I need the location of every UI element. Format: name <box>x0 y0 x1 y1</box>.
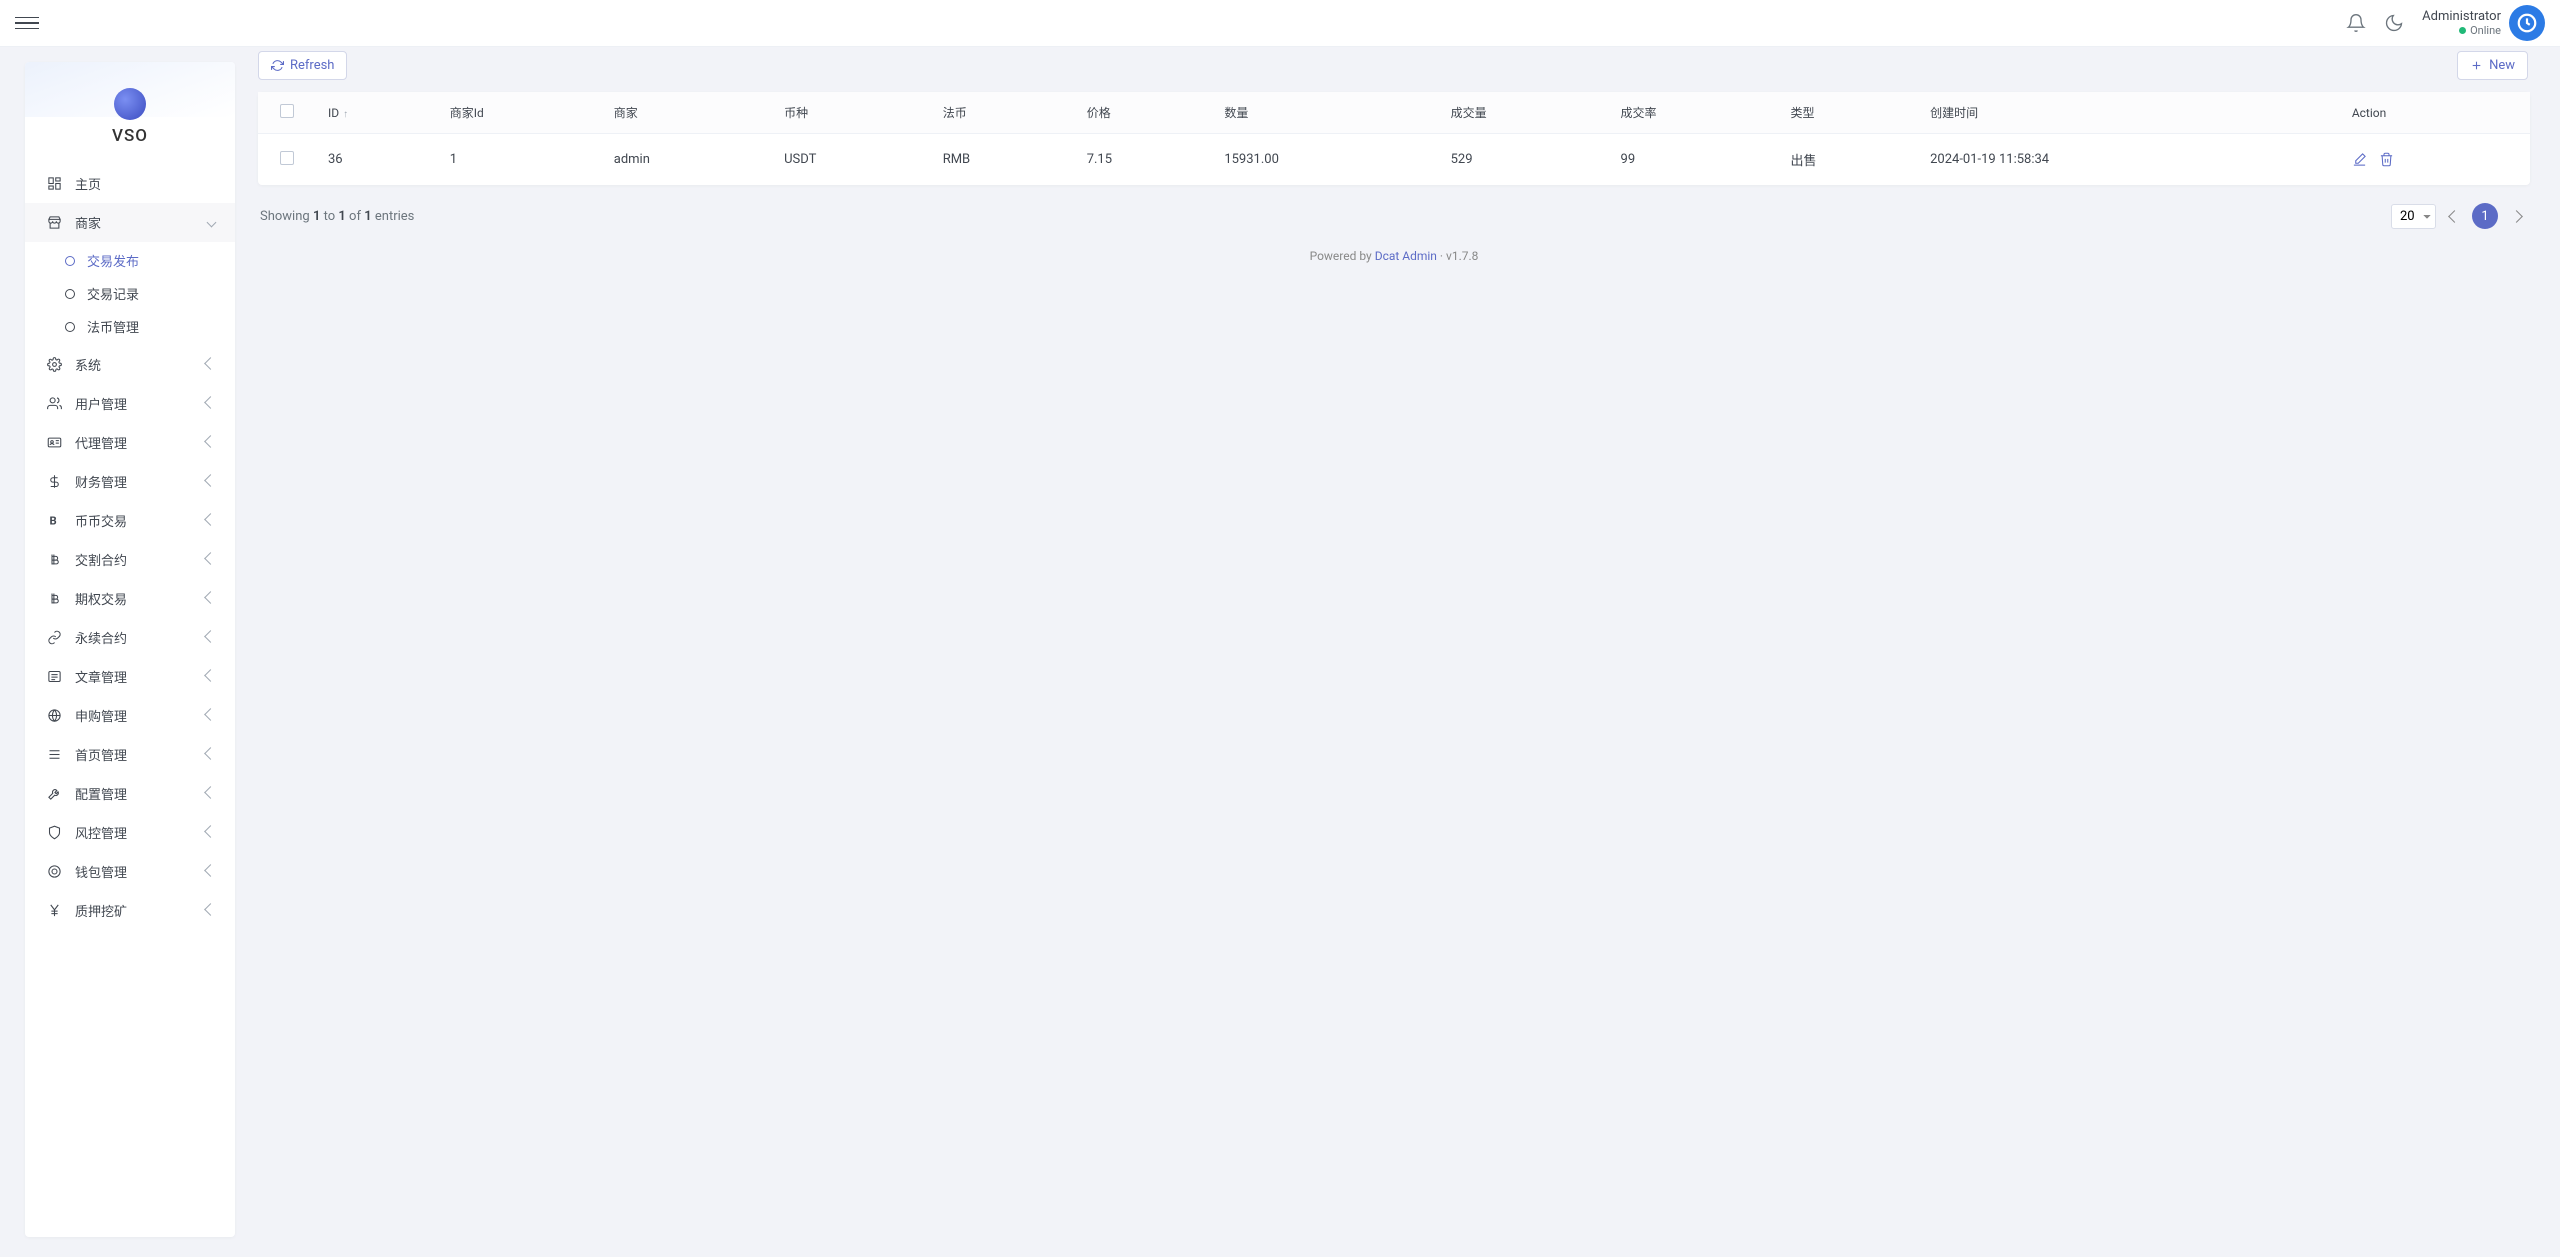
btc-b-icon: B <box>45 513 63 528</box>
column-header: 币种 <box>774 92 933 134</box>
sidebar-item-11[interactable]: 申购管理 <box>25 696 235 735</box>
sidebar-item-16[interactable]: 质押挖矿 <box>25 891 235 930</box>
sidebar-subitem-1-0[interactable]: 交易发布 <box>25 244 235 277</box>
idcard-icon <box>45 435 63 450</box>
sidebar-item-5[interactable]: 财务管理 <box>25 462 235 501</box>
next-page-button[interactable] <box>2504 204 2528 228</box>
prev-page-button[interactable] <box>2442 204 2466 228</box>
column-header: 成交率 <box>1611 92 1781 134</box>
column-header: 商家 <box>604 92 774 134</box>
footer-link[interactable]: Dcat Admin <box>1375 249 1437 263</box>
data-table-card: ID↑商家Id商家币种法币价格数量成交量成交率类型创建时间Action 361a… <box>258 92 2530 185</box>
column-header[interactable]: ID↑ <box>318 92 440 134</box>
chevron-left-icon <box>206 903 215 918</box>
wrench-icon <box>45 786 63 801</box>
btc-icon <box>45 591 63 606</box>
menu-toggle-icon[interactable] <box>15 11 39 35</box>
chevron-left-icon <box>206 669 215 684</box>
chevron-left-icon <box>206 513 215 528</box>
column-header: 类型 <box>1780 92 1920 134</box>
sidebar-item-12[interactable]: 首页管理 <box>25 735 235 774</box>
row-checkbox[interactable] <box>280 151 294 165</box>
gear-icon <box>45 357 63 372</box>
column-header: 数量 <box>1214 92 1440 134</box>
sidebar-item-3[interactable]: 用户管理 <box>25 384 235 423</box>
chevron-left-icon <box>206 396 215 411</box>
dollar-icon <box>45 474 63 489</box>
refresh-button[interactable]: Refresh <box>258 51 347 80</box>
column-header: 法币 <box>933 92 1077 134</box>
column-header: 商家Id <box>440 92 604 134</box>
merchant-icon <box>45 215 63 230</box>
sidebar: VSO 主页商家交易发布交易记录法币管理系统用户管理代理管理财务管理B币币交易交… <box>25 62 235 1237</box>
globe-icon <box>45 708 63 723</box>
column-header: Action <box>2342 92 2530 134</box>
sidebar-item-8[interactable]: 期权交易 <box>25 579 235 618</box>
sidebar-item-10[interactable]: 文章管理 <box>25 657 235 696</box>
sidebar-subitem-1-2[interactable]: 法币管理 <box>25 310 235 343</box>
sidebar-item-4[interactable]: 代理管理 <box>25 423 235 462</box>
btc-icon <box>45 552 63 567</box>
yen-icon <box>45 903 63 918</box>
table-row: 361adminUSDTRMB7.1515931.0052999出售2024-0… <box>258 134 2530 186</box>
sidebar-item-6[interactable]: B币币交易 <box>25 501 235 540</box>
chevron-down-icon <box>208 215 215 230</box>
sidebar-subitem-1-1[interactable]: 交易记录 <box>25 277 235 310</box>
new-button[interactable]: New <box>2457 51 2528 80</box>
circle-icon <box>65 289 75 299</box>
delete-icon[interactable] <box>2379 152 2394 167</box>
chevron-left-icon <box>206 630 215 645</box>
sidebar-item-0[interactable]: 主页 <box>25 164 235 203</box>
link-icon <box>45 630 63 645</box>
svg-text:B: B <box>49 514 56 527</box>
page-footer: Powered by Dcat Admin · v1.7.8 <box>258 235 2530 269</box>
users-icon <box>45 396 63 411</box>
user-status: Online <box>2422 24 2501 37</box>
sidebar-item-14[interactable]: 风控管理 <box>25 813 235 852</box>
chevron-left-icon <box>206 747 215 762</box>
page-number-current[interactable]: 1 <box>2472 203 2498 229</box>
dashboard-icon <box>45 176 63 191</box>
pagination: 20 1 <box>2391 203 2528 229</box>
chevron-left-icon <box>206 786 215 801</box>
user-menu[interactable]: Administrator Online <box>2422 5 2545 41</box>
page-size-select[interactable]: 20 <box>2391 204 2436 229</box>
topbar: Administrator Online <box>0 0 2560 47</box>
avatar[interactable] <box>2509 5 2545 41</box>
column-header: 价格 <box>1077 92 1215 134</box>
chevron-left-icon <box>206 825 215 840</box>
news-icon <box>45 669 63 684</box>
chevron-left-icon <box>206 864 215 879</box>
circle-icon <box>65 256 75 266</box>
chevron-left-icon <box>206 357 215 372</box>
sidebar-item-13[interactable]: 配置管理 <box>25 774 235 813</box>
sidebar-logo[interactable]: VSO <box>25 62 235 158</box>
sidebar-item-2[interactable]: 系统 <box>25 345 235 384</box>
shield-icon <box>45 825 63 840</box>
edit-icon[interactable] <box>2352 152 2367 167</box>
chevron-left-icon <box>206 474 215 489</box>
sidebar-item-9[interactable]: 永续合约 <box>25 618 235 657</box>
bell-icon[interactable] <box>2346 13 2366 33</box>
chevron-left-icon <box>206 708 215 723</box>
sidebar-item-15[interactable]: 钱包管理 <box>25 852 235 891</box>
moon-icon[interactable] <box>2384 13 2404 33</box>
wallet-icon <box>45 864 63 879</box>
user-name: Administrator <box>2422 9 2501 25</box>
column-header: 成交量 <box>1441 92 1611 134</box>
sidebar-item-7[interactable]: 交割合约 <box>25 540 235 579</box>
sidebar-item-1[interactable]: 商家 <box>25 203 235 242</box>
data-table: ID↑商家Id商家币种法币价格数量成交量成交率类型创建时间Action 361a… <box>258 92 2530 185</box>
chevron-left-icon <box>206 435 215 450</box>
circle-icon <box>65 322 75 332</box>
column-header: 创建时间 <box>1920 92 2342 134</box>
chevron-left-icon <box>206 552 215 567</box>
table-summary: Showing 1 to 1 of 1 entries <box>260 209 414 224</box>
select-all-checkbox[interactable] <box>280 104 294 118</box>
chevron-left-icon <box>206 591 215 606</box>
list-icon <box>45 747 63 762</box>
